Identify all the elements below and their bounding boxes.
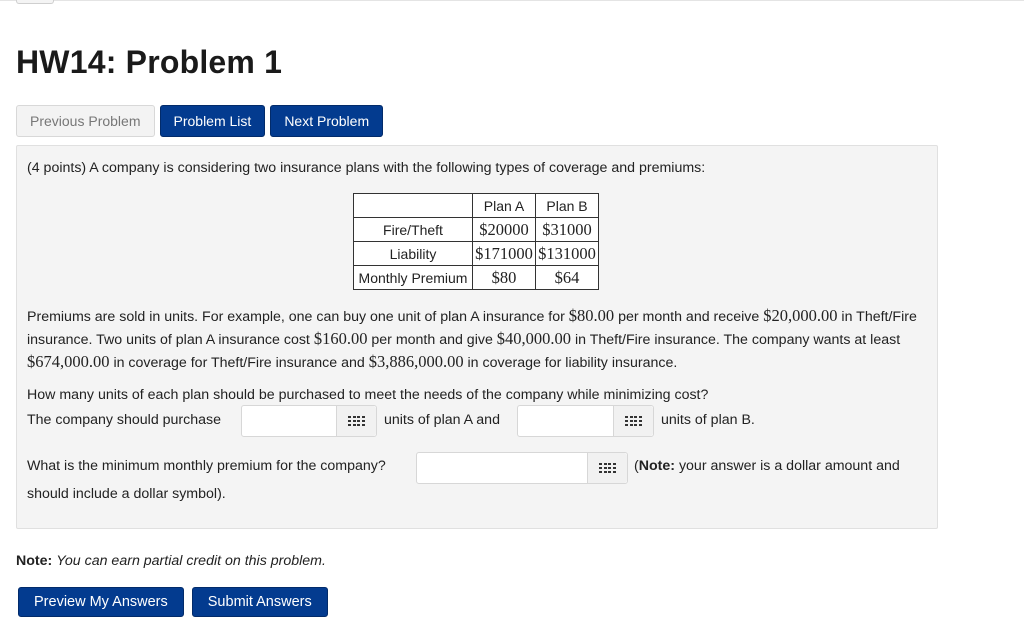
cell-plan-b: $64 xyxy=(535,265,599,290)
problem-description: Premiums are sold in units. For example,… xyxy=(27,305,932,374)
grid-icon xyxy=(625,415,642,427)
next-problem-button[interactable]: Next Problem xyxy=(270,105,384,137)
answer-plan-a-field[interactable] xyxy=(241,405,377,437)
row-label: Liability xyxy=(353,241,473,266)
cell-plan-a: $80 xyxy=(472,265,536,290)
cell-plan-b: $31000 xyxy=(535,217,599,242)
problem-panel: (4 points) A company is considering two … xyxy=(16,145,938,529)
math-value: $40,000.00 xyxy=(496,329,572,348)
note-label: Note: xyxy=(16,553,53,569)
table-header-plan-b: Plan B xyxy=(535,193,599,218)
math-value: $20,000.00 xyxy=(763,306,838,325)
table-row: Fire/Theft $20000 $31000 xyxy=(353,217,599,242)
description-text: in coverage for Theft/Fire insurance and xyxy=(109,355,369,371)
math-value: $3,886,000.00 xyxy=(368,352,464,371)
question-purchase-prefix: The company should purchase xyxy=(27,412,222,428)
question-purchase-mid: units of plan A and xyxy=(384,412,500,428)
question-units: How many units of each plan should be pu… xyxy=(27,387,709,403)
top-tab-stub xyxy=(16,0,54,4)
row-label: Monthly Premium xyxy=(353,265,473,290)
description-text: per month and receive xyxy=(614,309,764,325)
grid-icon xyxy=(348,415,365,427)
table-header-plan-a: Plan A xyxy=(472,193,536,218)
premium-answer-note: (Note: your answer is a dollar amount an… xyxy=(634,458,900,474)
question-minimum-premium: What is the minimum monthly premium for … xyxy=(27,458,386,474)
note-text: You can earn partial credit on this prob… xyxy=(56,553,326,569)
problem-list-button[interactable]: Problem List xyxy=(159,105,266,137)
table-row: Liability $171000 $131000 xyxy=(353,241,599,266)
table-corner-cell xyxy=(353,193,473,218)
note-label: Note: xyxy=(638,458,675,474)
problem-intro: (4 points) A company is considering two … xyxy=(27,160,706,176)
description-text: Premiums are sold in units. For example,… xyxy=(27,309,569,325)
partial-credit-note: Note: You can earn partial credit on thi… xyxy=(16,553,326,569)
answer-plan-b-field[interactable] xyxy=(517,405,654,437)
premium-answer-note-continued: should include a dollar symbol). xyxy=(27,486,226,502)
row-label: Fire/Theft xyxy=(353,217,473,242)
math-value: $80.00 xyxy=(568,306,615,325)
top-divider xyxy=(0,0,1024,1)
page-title: HW14: Problem 1 xyxy=(16,44,283,80)
table-row: Monthly Premium $80 $64 xyxy=(353,265,599,290)
grid-icon xyxy=(599,462,616,474)
previous-problem-button[interactable]: Previous Problem xyxy=(16,105,155,137)
description-text: in coverage for liability insurance. xyxy=(463,355,678,371)
preview-answers-button[interactable]: Preview My Answers xyxy=(18,587,184,617)
description-text: in Theft/Fire insurance. The company wan… xyxy=(571,332,901,348)
equation-editor-button[interactable] xyxy=(613,406,653,436)
note-text: your answer is a dollar amount and xyxy=(675,458,900,474)
answer-premium-field[interactable] xyxy=(416,452,628,484)
submit-answers-button[interactable]: Submit Answers xyxy=(191,587,328,617)
math-value: $160.00 xyxy=(313,329,368,348)
problem-navigation: Previous Problem Problem List Next Probl… xyxy=(16,105,384,137)
cell-plan-a: $20000 xyxy=(472,217,536,242)
cell-plan-b: $131000 xyxy=(535,241,599,266)
math-value: $674,000.00 xyxy=(27,352,110,371)
question-purchase-suffix: units of plan B. xyxy=(661,412,755,428)
description-text: per month and give xyxy=(367,332,497,348)
insurance-table: Plan A Plan B Fire/Theft $20000 $31000 L… xyxy=(353,193,599,290)
table-header-row: Plan A Plan B xyxy=(353,193,599,218)
equation-editor-button[interactable] xyxy=(336,406,376,436)
equation-editor-button[interactable] xyxy=(587,453,627,483)
cell-plan-a: $171000 xyxy=(472,241,536,266)
answer-actions: Preview My Answers Submit Answers xyxy=(18,587,328,617)
